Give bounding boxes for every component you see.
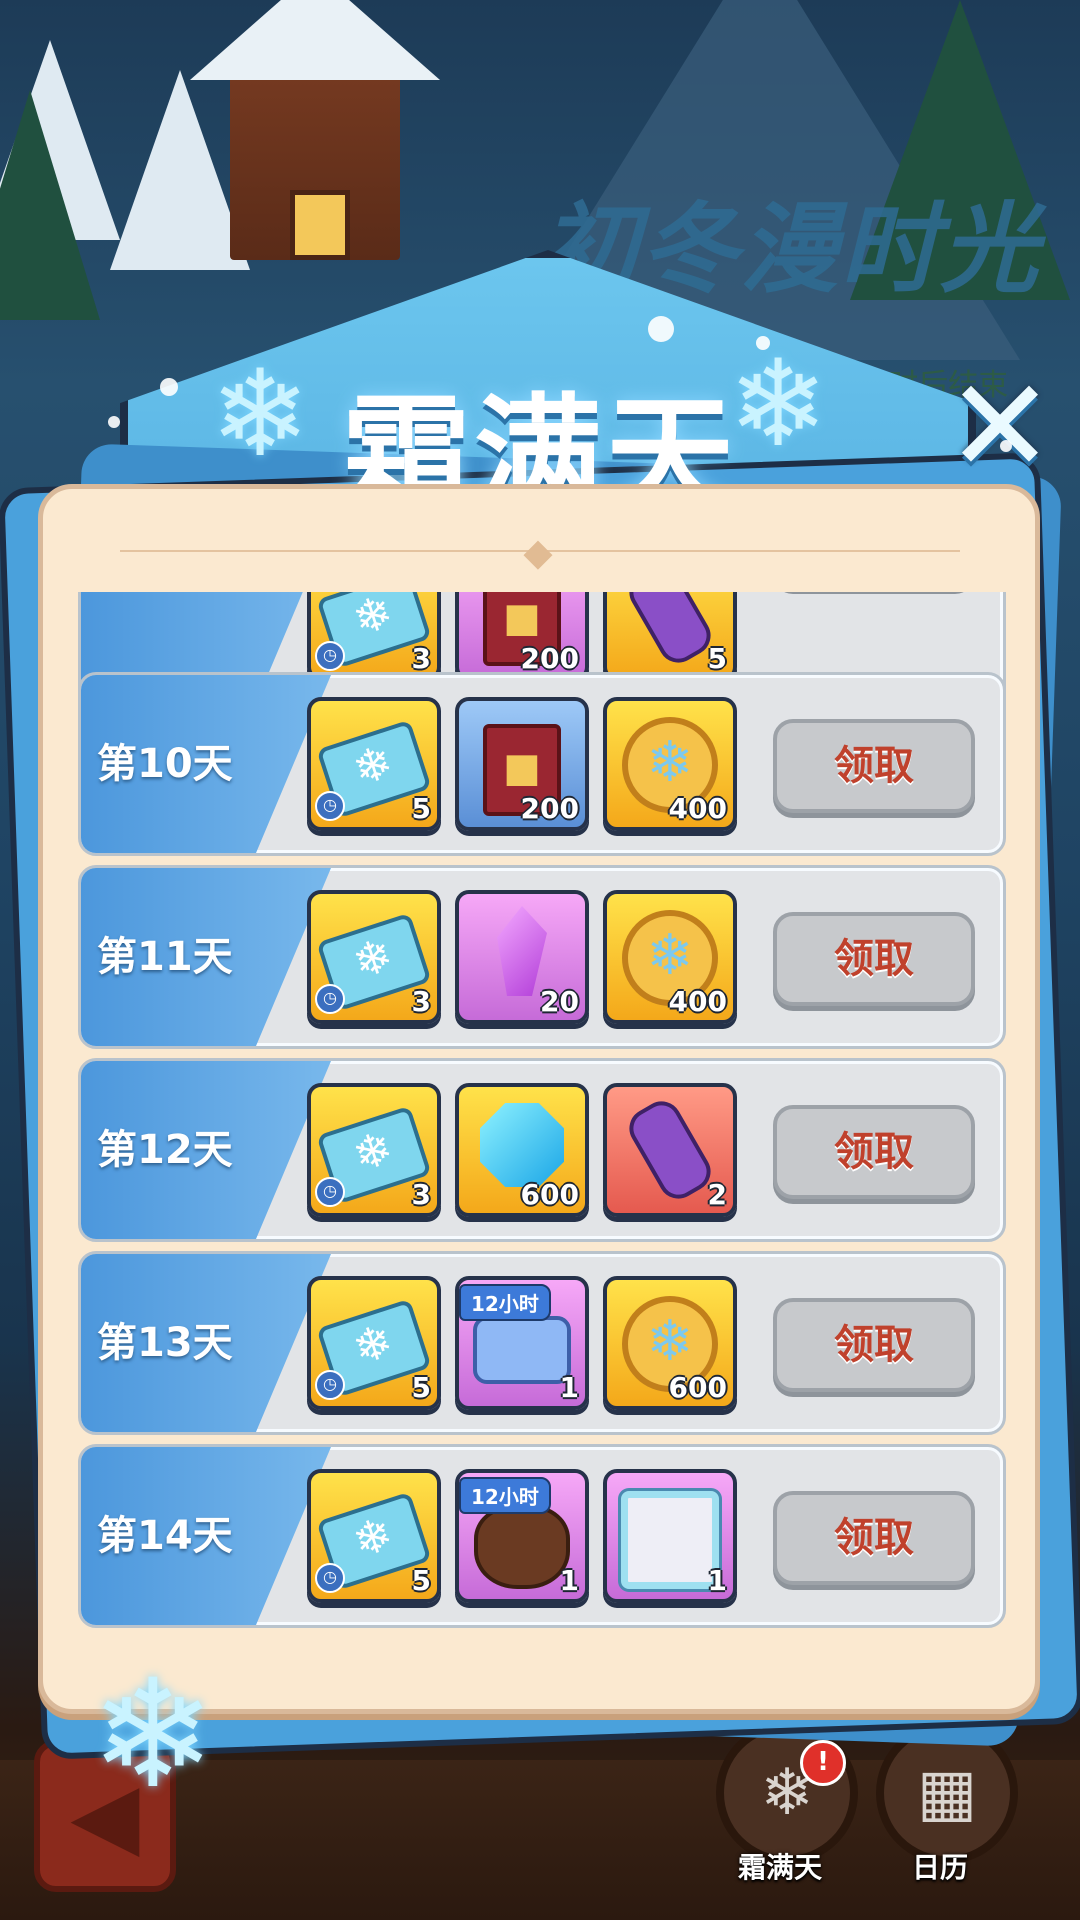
clock-icon: ◷ <box>315 1370 345 1400</box>
reward-item[interactable]: ■ 200 <box>455 592 589 681</box>
snowflake-icon: ❄ <box>728 335 829 474</box>
reward-item[interactable]: ■ 200 <box>455 697 589 831</box>
claim-button[interactable]: 领取 <box>773 1491 975 1585</box>
claim-button[interactable]: 领取 <box>773 1298 975 1392</box>
reward-item[interactable]: 5 <box>603 592 737 681</box>
clock-icon: ◷ <box>315 1177 345 1207</box>
reward-item[interactable]: ❄ ◷ 3 <box>307 592 441 681</box>
reward-item[interactable]: 12小时 1 <box>455 1276 589 1410</box>
item-quantity: 5 <box>707 642 727 675</box>
reward-item[interactable]: 2 <box>603 1083 737 1217</box>
reward-row: 第12天 ❄ ◷ 3 600 2 领取 <box>78 1058 1006 1242</box>
pine-tree <box>0 90 100 320</box>
item-quantity: 5 <box>411 792 431 825</box>
snow-particle <box>160 378 178 396</box>
reward-row: 第14天 ❄ ◷ 5 12小时 1 1 领取 <box>78 1444 1006 1628</box>
item-quantity: 3 <box>411 1178 431 1211</box>
reward-item[interactable]: ❄ ◷ 5 <box>307 1469 441 1603</box>
duration-tag: 12小时 <box>459 1284 551 1321</box>
pine-tree <box>110 70 250 270</box>
snow-particle <box>756 336 770 350</box>
snow-particle <box>108 416 120 428</box>
reward-item[interactable]: ❄ 600 <box>603 1276 737 1410</box>
item-quantity: 1 <box>559 1371 579 1404</box>
frost-event-label: 霜满天 <box>737 1851 822 1884</box>
day-label: 第13天 <box>97 1320 233 1366</box>
day-label: 第11天 <box>97 934 233 980</box>
item-quantity: 5 <box>411 1371 431 1404</box>
item-quantity: 1 <box>559 1564 579 1597</box>
close-button[interactable]: ✕ <box>946 361 1055 491</box>
reward-item[interactable]: ❄ ◷ 3 <box>307 1083 441 1217</box>
reward-item[interactable]: ❄ ◷ 5 <box>307 1276 441 1410</box>
clock-icon: ◷ <box>315 984 345 1014</box>
snow-particle <box>1000 440 1012 452</box>
item-quantity: 400 <box>668 792 727 825</box>
reward-row: 第13天 ❄ ◷ 5 12小时 1 ❄ 600 领取 <box>78 1251 1006 1435</box>
item-quantity: 600 <box>668 1371 727 1404</box>
calendar-label: 日历 <box>911 1851 968 1884</box>
reward-item[interactable]: 1 <box>603 1469 737 1603</box>
reward-item[interactable]: ❄ ◷ 5 <box>307 697 441 831</box>
reward-row: 第10天 ❄ ◷ 5 ■ 200 ❄ 400 领取 <box>78 672 1006 856</box>
reward-item[interactable]: ❄ 400 <box>603 890 737 1024</box>
close-icon: ✕ <box>945 350 1055 502</box>
duration-tag: 12小时 <box>459 1477 551 1514</box>
item-quantity: 400 <box>668 985 727 1018</box>
snow-particle <box>648 316 674 342</box>
claim-button[interactable]: 领取 <box>773 719 975 813</box>
item-quantity: 2 <box>707 1178 727 1211</box>
item-quantity: 200 <box>520 792 579 825</box>
reward-item[interactable]: 12小时 1 <box>455 1469 589 1603</box>
item-quantity: 600 <box>520 1178 579 1211</box>
reward-list[interactable]: ❄ ◷ 3 ■ 200 5 第10天 ❄ ◷ 5 ■ 200 ❄ 400 领取 第11天 ❄ ◷ 3 20 ❄ 400 领取… <box>72 592 1012 1642</box>
cabin-window <box>290 190 350 260</box>
clock-icon: ◷ <box>315 641 345 671</box>
reward-item[interactable]: 20 <box>455 890 589 1024</box>
day-label: 第10天 <box>97 741 233 787</box>
item-quantity: 20 <box>540 985 579 1018</box>
calendar-icon: ▦ <box>916 1756 978 1830</box>
claim-button[interactable]: 领取 <box>773 912 975 1006</box>
item-quantity: 3 <box>411 642 431 675</box>
clock-icon: ◷ <box>315 791 345 821</box>
day-label: 第12天 <box>97 1127 233 1173</box>
reward-item[interactable]: 600 <box>455 1083 589 1217</box>
snowflake-icon: ❄ <box>90 1648 216 1822</box>
frost-event-button[interactable]: ❄ <box>716 1722 858 1864</box>
item-quantity: 3 <box>411 985 431 1018</box>
reward-item[interactable]: ❄ ◷ 3 <box>307 890 441 1024</box>
reward-item[interactable]: ❄ 400 <box>603 697 737 831</box>
cabin <box>190 0 440 260</box>
reward-row: 第11天 ❄ ◷ 3 20 ❄ 400 领取 <box>78 865 1006 1049</box>
claim-button[interactable]: 领取 <box>773 1105 975 1199</box>
alert-badge: ! <box>800 1740 846 1786</box>
clock-icon: ◷ <box>315 1563 345 1593</box>
item-quantity: 5 <box>411 1564 431 1597</box>
panel-header-ornament: ◆ <box>60 520 1020 580</box>
diamond-ornament-icon: ◆ <box>523 530 553 574</box>
item-quantity: 1 <box>707 1564 727 1597</box>
item-quantity: 200 <box>520 642 579 675</box>
snowflake-icon: ❄ <box>210 345 311 484</box>
day-label: 第14天 <box>97 1513 233 1559</box>
